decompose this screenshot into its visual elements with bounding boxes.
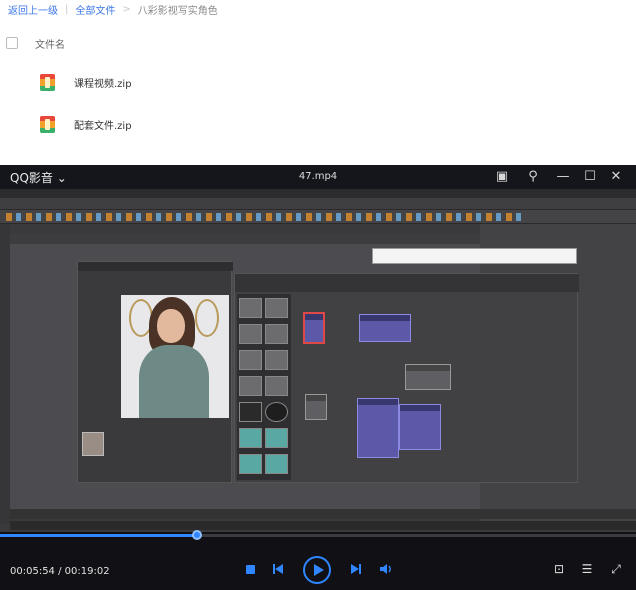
video-frame[interactable] (0, 189, 636, 532)
maya-time-slider (10, 509, 636, 519)
seek-bar[interactable] (0, 530, 636, 540)
stop-icon (245, 564, 255, 574)
seek-bar-handle[interactable] (192, 530, 203, 540)
close-icon[interactable]: ✕ (606, 167, 626, 187)
volume-button[interactable] (374, 557, 398, 581)
screenshot-icon[interactable]: ⊡ (551, 561, 567, 577)
previous-button[interactable] (266, 557, 290, 581)
breadcrumb: 返回上一级 | 全部文件 > 八彩影视写实角色 (8, 0, 218, 18)
maya-toolbox (0, 224, 10, 524)
pin-icon[interactable]: ⚲ (523, 167, 543, 187)
previous-icon (273, 564, 283, 574)
video-player: QQ影音 ⌄ 47.mp4 ▣ ⚲ — ☐ ✕ 00:05:54 / 00:19… (0, 165, 636, 590)
breadcrumb-separator: > (122, 3, 131, 15)
time-display: 00:05:54 / 00:19:02 (10, 566, 110, 577)
file-list-header: 文件名 (0, 30, 636, 56)
maximize-icon[interactable]: ☐ (580, 167, 600, 187)
player-titlebar: QQ影音 ⌄ 47.mp4 ▣ ⚲ — ☐ ✕ (0, 165, 636, 189)
file-name[interactable]: 课程视频.zip (74, 75, 132, 90)
select-all-checkbox[interactable] (6, 37, 18, 49)
volume-icon (380, 564, 391, 574)
column-filename[interactable]: 文件名 (35, 36, 65, 51)
next-button[interactable] (344, 557, 368, 581)
settings-icon[interactable]: ☰ (579, 561, 595, 577)
mini-mode-icon[interactable]: ▣ (492, 167, 512, 187)
play-button[interactable] (302, 555, 332, 585)
maya-node-editor (234, 273, 579, 483)
maya-command-line (10, 521, 636, 530)
file-name[interactable]: 配套文件.zip (74, 117, 132, 132)
render-thumbnail (82, 432, 104, 456)
next-icon (351, 564, 361, 574)
play-icon (313, 564, 324, 576)
seek-bar-progress (0, 534, 198, 537)
maya-shelf (0, 210, 636, 224)
stop-button[interactable] (238, 557, 262, 581)
breadcrumb-separator: | (65, 3, 69, 15)
file-row[interactable]: 配套文件.zip (40, 114, 280, 134)
render-portrait (121, 295, 229, 418)
maya-menubar (0, 189, 636, 198)
all-files-link[interactable]: 全部文件 (75, 2, 115, 17)
maya-render-view (77, 261, 233, 483)
fullscreen-icon[interactable]: ⤢ (608, 561, 624, 577)
file-row[interactable]: 课程视频.zip (40, 72, 280, 92)
back-link[interactable]: 返回上一级 (8, 2, 58, 17)
current-folder: 八彩影视写实角色 (137, 5, 218, 17)
zip-archive-icon (40, 115, 55, 133)
maya-status-line (0, 198, 636, 210)
maya-popup-window (372, 248, 577, 264)
zip-archive-icon (40, 73, 55, 91)
minimize-icon[interactable]: — (553, 167, 573, 187)
